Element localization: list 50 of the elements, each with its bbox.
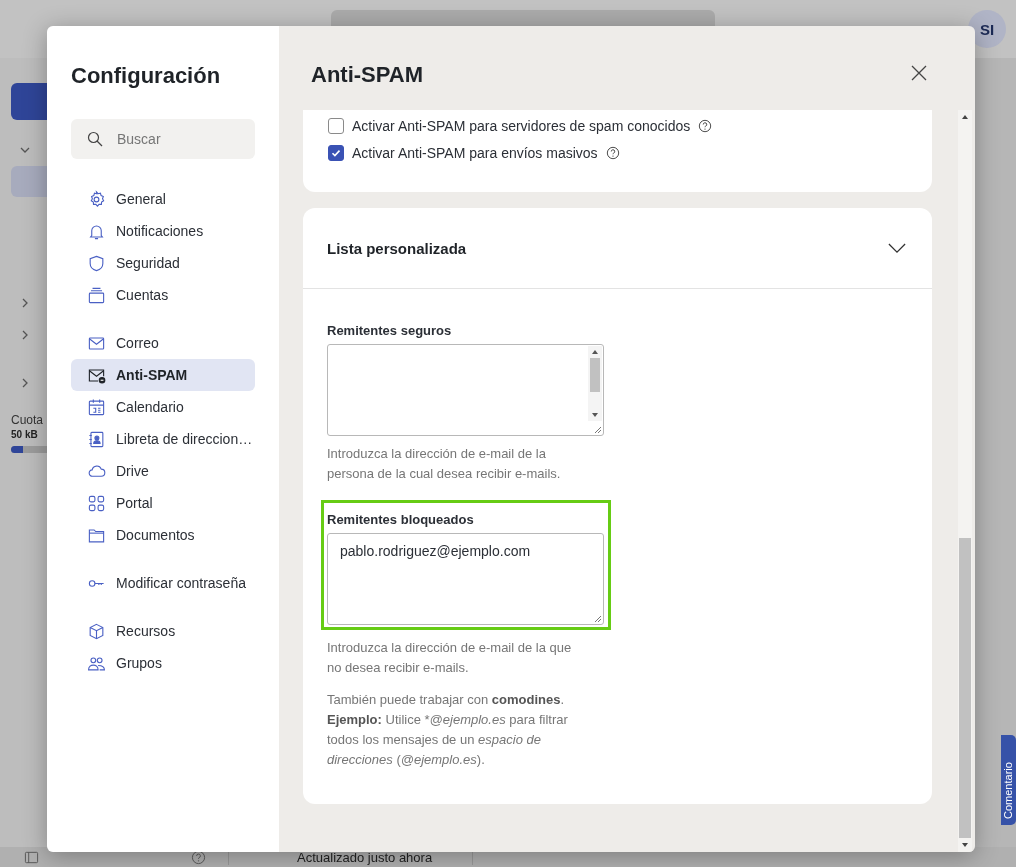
checkbox[interactable] — [328, 144, 344, 161]
search-icon — [87, 131, 103, 147]
text-area[interactable]: pablo.rodriguez@ejemplo.com — [327, 533, 604, 625]
chevron-down-icon[interactable] — [888, 242, 906, 254]
scroll-up-icon[interactable] — [591, 349, 599, 355]
grid-icon — [87, 493, 106, 513]
checkbox[interactable] — [328, 117, 344, 134]
nav-item[interactable]: General — [71, 183, 255, 215]
help-icon[interactable] — [605, 145, 620, 160]
nav-item[interactable]: Drive — [71, 455, 255, 487]
nav-item[interactable]: Correo — [71, 327, 255, 359]
calendar-icon — [87, 397, 106, 417]
nav-item[interactable]: Documentos — [71, 519, 255, 551]
cube-icon — [87, 621, 106, 641]
option-label: Activar Anti-SPAM para servidores de spam conocidos — [352, 117, 691, 134]
option-label: Activar Anti-SPAM para envíos masivos — [352, 144, 598, 161]
quota-value: 50 kB — [11, 429, 38, 440]
shield-icon — [87, 253, 106, 273]
resize-grip-icon[interactable] — [592, 424, 602, 434]
scroll-thumb[interactable] — [959, 538, 971, 838]
help-icon[interactable] — [698, 118, 713, 133]
panel-title: Anti-SPAM — [311, 61, 424, 88]
nav-item[interactable]: Grupos — [71, 647, 255, 679]
nav-item[interactable]: Modificar contraseña — [71, 567, 255, 599]
resize-grip-icon[interactable] — [592, 613, 602, 623]
sidebar-icon[interactable] — [24, 849, 39, 865]
section-title: Lista personalizada — [327, 239, 467, 257]
nav-item[interactable]: Libreta de direccion… — [71, 423, 255, 455]
scroll-thumb[interactable] — [590, 358, 600, 392]
help-icon[interactable] — [191, 849, 206, 865]
quota-label: Cuota — [11, 413, 44, 427]
scroll-up-icon[interactable] — [961, 114, 969, 120]
nav-item[interactable]: Portal — [71, 487, 255, 519]
contact-book-icon — [87, 429, 106, 449]
search-field[interactable]: Buscar — [71, 119, 255, 159]
feedback-tab[interactable]: Comentario — [1001, 735, 1016, 825]
stack-icon — [87, 285, 106, 305]
dialog-title: Configuración — [71, 62, 222, 90]
scroll-down-icon[interactable] — [591, 412, 599, 418]
nav-item[interactable]: Notificaciones — [71, 215, 255, 247]
nav-item[interactable]: Recursos — [71, 615, 255, 647]
nav-item[interactable]: Seguridad — [71, 247, 255, 279]
field-label: Remitentes bloqueados — [327, 512, 475, 527]
field-hint: Introduzca la dirección de e-mail de la que no desea recibir e-mails. — [327, 639, 573, 677]
nav-item[interactable]: Cuentas — [71, 279, 255, 311]
field-hint: Introduzca la dirección de e-mail de la persona de la cual desea recibir e-mails. — [327, 445, 562, 483]
wildcard-note: También puede trabajar con comodines. Ejemplo: Utilice *@ejemplo.es para filtrar todos los mensajes de un espacio de direcciones (@ejemplo.es). — [327, 691, 569, 769]
field-label: Remitentes seguros — [327, 323, 453, 338]
nav-item[interactable]: Anti-SPAM — [71, 359, 255, 391]
nav-item[interactable]: Calendario — [71, 391, 255, 423]
